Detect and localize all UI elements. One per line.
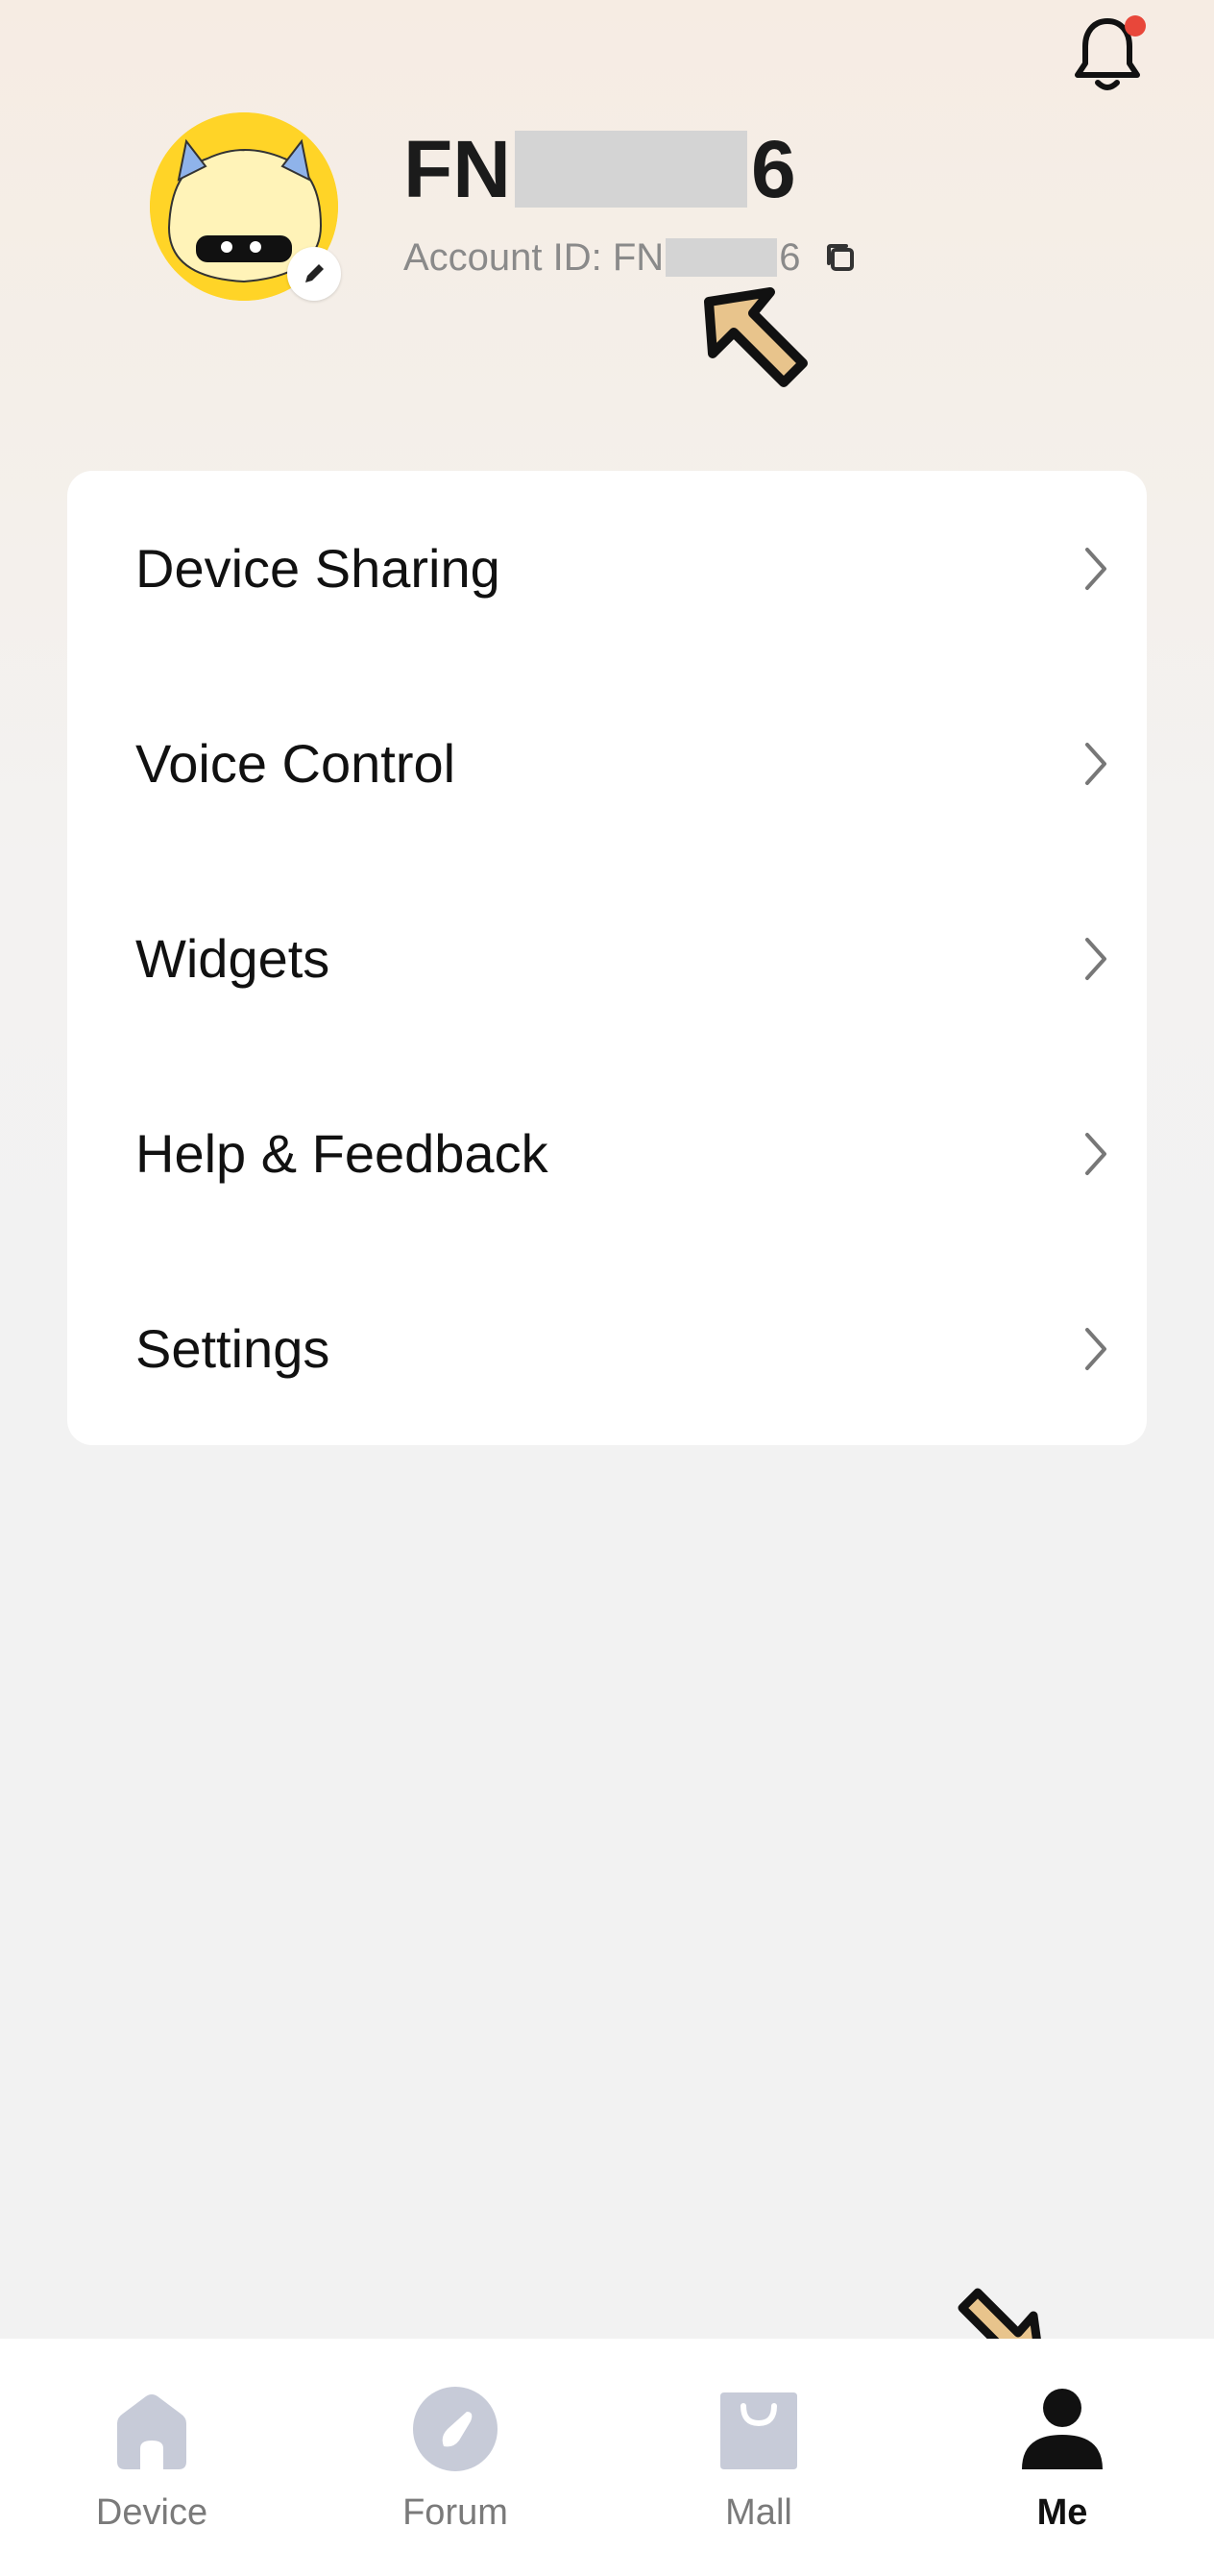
- copy-icon: [827, 244, 855, 271]
- menu-item-label: Widgets: [135, 928, 330, 989]
- home-icon: [117, 2394, 186, 2469]
- account-id: Account ID: FN 6: [403, 233, 860, 282]
- chevron-right-icon: [1085, 937, 1106, 980]
- notification-bell-button[interactable]: [1069, 13, 1146, 94]
- tab-label: Mall: [725, 2492, 792, 2533]
- notification-dot: [1125, 15, 1146, 37]
- menu-item-voice-control[interactable]: Voice Control: [67, 666, 1147, 861]
- shopping-bag-icon: [720, 2392, 797, 2469]
- menu-card: Device Sharing Voice Control Widgets Hel…: [67, 471, 1147, 1445]
- annotation-arrow-icon: [704, 287, 808, 387]
- menu-item-label: Voice Control: [135, 733, 456, 794]
- username-prefix: FN: [403, 124, 511, 214]
- account-id-suffix: 6: [779, 236, 801, 279]
- menu-item-widgets[interactable]: Widgets: [67, 861, 1147, 1056]
- menu-item-label: Help & Feedback: [135, 1123, 548, 1184]
- chevron-right-icon: [1085, 1132, 1106, 1175]
- chevron-right-icon: [1085, 742, 1106, 785]
- tab-me[interactable]: Me: [910, 2339, 1214, 2576]
- menu-item-help-feedback[interactable]: Help & Feedback: [67, 1056, 1147, 1251]
- tab-label: Device: [95, 2492, 208, 2533]
- copy-button[interactable]: [821, 238, 860, 277]
- tab-device[interactable]: Device: [0, 2339, 304, 2576]
- menu-item-settings[interactable]: Settings: [67, 1251, 1147, 1446]
- account-id-label: Account ID: FN: [403, 236, 665, 279]
- edit-avatar-button[interactable]: [287, 247, 341, 301]
- person-icon: [1022, 2389, 1103, 2469]
- chevron-right-icon: [1085, 547, 1106, 590]
- menu-item-device-sharing[interactable]: Device Sharing: [67, 471, 1147, 666]
- pencil-icon: [305, 264, 324, 282]
- username: FN 6: [403, 123, 796, 215]
- tab-forum[interactable]: Forum: [304, 2339, 607, 2576]
- redaction-mask: [514, 131, 747, 208]
- menu-item-label: Settings: [135, 1318, 330, 1379]
- tab-label: Forum: [402, 2492, 508, 2533]
- bottom-tab-bar: Device Forum Mall Me: [0, 2339, 1214, 2576]
- compass-icon: [413, 2387, 498, 2471]
- username-suffix: 6: [750, 124, 796, 214]
- tab-label: Me: [1036, 2492, 1088, 2533]
- redaction-mask: [666, 238, 778, 277]
- menu-item-label: Device Sharing: [135, 538, 500, 599]
- tab-mall[interactable]: Mall: [607, 2339, 910, 2576]
- chevron-right-icon: [1085, 1327, 1106, 1370]
